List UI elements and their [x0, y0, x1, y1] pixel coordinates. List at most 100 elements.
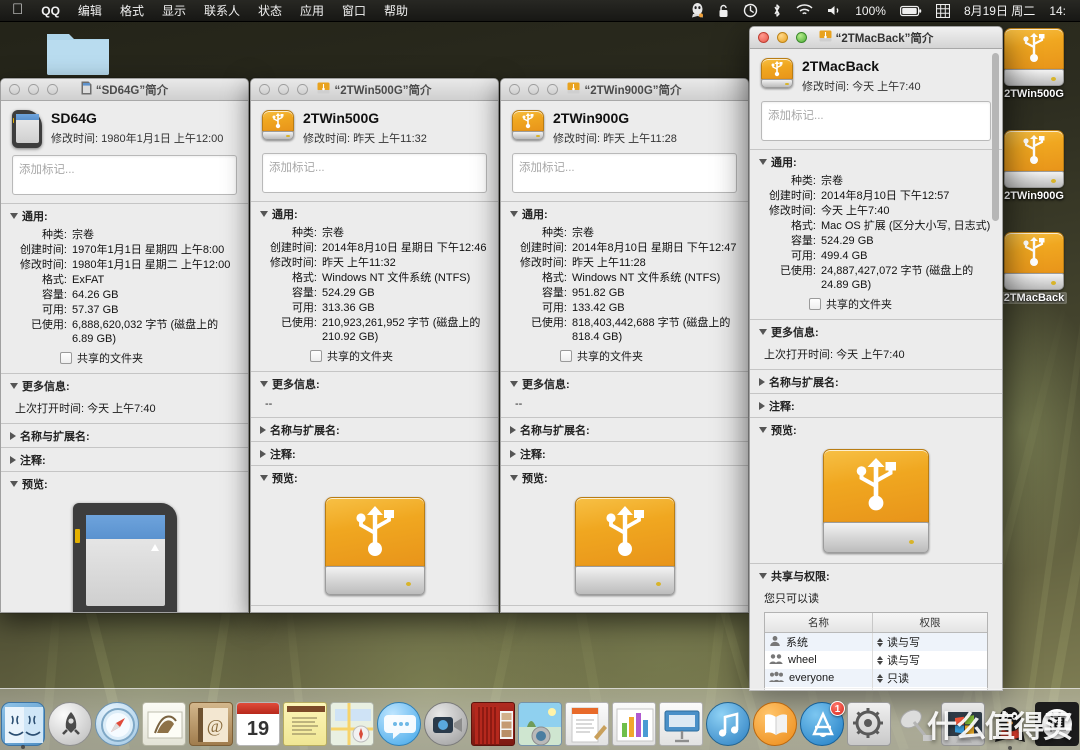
shared-folder-row[interactable]: 共享的文件夹 [260, 348, 489, 364]
disclosure-triangle-open-icon[interactable] [10, 383, 18, 389]
section-comments-header[interactable]: 注释: [1, 448, 248, 471]
shared-folder-checkbox[interactable] [560, 350, 572, 362]
minimize-button[interactable] [528, 84, 539, 95]
privilege-stepper[interactable] [877, 674, 883, 683]
battery-icon[interactable] [893, 5, 929, 17]
dock-item-calendar[interactable]: 19 [236, 702, 280, 746]
zoom-button[interactable] [47, 84, 58, 95]
section-preview-header[interactable]: 预览: [1, 472, 248, 495]
dock-item-launchpad[interactable] [48, 702, 92, 746]
close-button[interactable] [509, 84, 520, 95]
section-name-ext-header[interactable]: 名称与扩展名: [750, 370, 1002, 393]
dock-item-iphoto[interactable] [518, 702, 562, 746]
dock-item-windows-vm[interactable] [941, 702, 985, 746]
zoom-button[interactable] [547, 84, 558, 95]
time-machine-icon[interactable] [736, 3, 765, 18]
menubar-date[interactable]: 8月19日 周二 [957, 0, 1042, 22]
menu-item-window[interactable]: 窗口 [333, 0, 375, 22]
dock-item-pages[interactable] [565, 702, 609, 746]
dock-item-numbers[interactable] [612, 702, 656, 746]
menu-item-contacts[interactable]: 联系人 [195, 0, 249, 22]
shared-folder-row[interactable]: 共享的文件夹 [510, 348, 739, 364]
traffic-lights[interactable] [750, 32, 807, 43]
menu-item-edit[interactable]: 编辑 [69, 0, 111, 22]
dock-item-photobooth[interactable] [471, 702, 515, 746]
minimize-button[interactable] [28, 84, 39, 95]
disclosure-triangle-open-icon[interactable] [10, 213, 18, 219]
disclosure-triangle-closed-icon[interactable] [10, 456, 16, 464]
scrollbar-thumb[interactable] [992, 53, 999, 221]
section-preview-header[interactable]: 预览: [501, 466, 748, 489]
disclosure-triangle-closed-icon[interactable] [510, 450, 516, 458]
disclosure-triangle-closed-icon[interactable] [759, 378, 765, 386]
dock-item-finder[interactable] [1, 702, 45, 746]
privilege-stepper[interactable] [877, 638, 883, 647]
menu-item-status[interactable]: 状态 [249, 0, 291, 22]
close-button[interactable] [259, 84, 270, 95]
zoom-button[interactable] [297, 84, 308, 95]
shared-folder-row[interactable]: 共享的文件夹 [10, 350, 239, 366]
section-preview-header[interactable]: 预览: [750, 418, 1002, 441]
shared-folder-checkbox[interactable] [310, 350, 322, 362]
dock-item-appstore[interactable]: 1 [800, 702, 844, 746]
apple-menu-icon[interactable]:  [8, 0, 32, 23]
section-more-header[interactable]: 更多信息: [750, 320, 1002, 343]
section-general-header[interactable]: 通用: [750, 150, 1002, 173]
section-name-ext-header[interactable]: 名称与扩展名: [1, 424, 248, 447]
input-method-icon[interactable] [929, 4, 957, 18]
window-scrollbar[interactable] [991, 51, 1000, 686]
volume-icon[interactable] [820, 4, 848, 17]
disclosure-triangle-closed-icon[interactable] [10, 432, 16, 440]
disclosure-triangle-open-icon[interactable] [510, 381, 518, 387]
dock[interactable]: @ 19 1 值 [0, 688, 1080, 750]
dock-item-itunes[interactable] [706, 702, 750, 746]
disclosure-triangle-open-icon[interactable] [260, 475, 268, 481]
minimize-button[interactable] [777, 32, 788, 43]
section-general-header[interactable]: 通用: [1, 204, 248, 227]
qq-penguin-icon[interactable] [684, 3, 711, 18]
menu-item-help[interactable]: 帮助 [375, 0, 417, 22]
dock-item-keynote[interactable] [659, 702, 703, 746]
disclosure-triangle-open-icon[interactable] [510, 211, 518, 217]
wifi-icon[interactable] [789, 4, 820, 17]
section-more-header[interactable]: 更多信息: [1, 374, 248, 397]
dock-item-system-preferences[interactable] [847, 702, 891, 746]
close-button[interactable] [9, 84, 20, 95]
shared-folder-row[interactable]: 共享的文件夹 [759, 296, 993, 312]
window-titlebar[interactable]: “2TWin500G”简介 [251, 79, 498, 101]
section-comments-header[interactable]: 注释: [501, 442, 748, 465]
dock-item-facetime[interactable] [424, 702, 468, 746]
dock-item-safari[interactable] [95, 702, 139, 746]
disclosure-triangle-open-icon[interactable] [10, 481, 18, 487]
dock-item-ibooks[interactable] [753, 702, 797, 746]
dock-item-airport-utility[interactable] [894, 702, 938, 746]
window-titlebar[interactable]: “2TMacBack”简介 [750, 27, 1002, 49]
disclosure-triangle-open-icon[interactable] [759, 427, 767, 433]
bluetooth-icon[interactable] [765, 3, 789, 18]
disclosure-triangle-open-icon[interactable] [510, 475, 518, 481]
section-sharing-header[interactable]: 共享与权限: [750, 564, 1002, 587]
zoom-button[interactable] [796, 32, 807, 43]
tag-input[interactable]: 添加标记... [262, 153, 487, 193]
traffic-lights[interactable] [251, 84, 308, 95]
section-preview-header[interactable]: 预览: [251, 466, 498, 489]
table-row[interactable]: everyone 只读 [765, 669, 987, 687]
info-window-2twin900g[interactable]: “2TWin900G”简介 2TWin900G 修改时间: 昨天 上午11:28… [500, 78, 749, 613]
disclosure-triangle-open-icon[interactable] [260, 211, 268, 217]
menu-item-apps[interactable]: 应用 [291, 0, 333, 22]
section-sharing-header[interactable]: 共享与权限: [501, 606, 748, 613]
disclosure-triangle-closed-icon[interactable] [260, 450, 266, 458]
disclosure-triangle-open-icon[interactable] [759, 329, 767, 335]
shared-folder-checkbox[interactable] [60, 352, 72, 364]
section-comments-header[interactable]: 注释: [750, 394, 1002, 417]
privilege-stepper[interactable] [877, 656, 883, 665]
window-titlebar[interactable]: “2TWin900G”简介 [501, 79, 748, 101]
section-name-ext-header[interactable]: 名称与扩展名: [251, 418, 498, 441]
section-comments-header[interactable]: 注释: [251, 442, 498, 465]
shared-folder-checkbox[interactable] [809, 298, 821, 310]
traffic-lights[interactable] [1, 84, 58, 95]
permissions-table[interactable]: 名称 权限 系统 读与写 wheel 读与写 everyone 只读 [764, 612, 988, 691]
dock-item-messages[interactable] [377, 702, 421, 746]
dock-item-mail[interactable] [142, 702, 186, 746]
window-titlebar[interactable]: “SD64G”简介 [1, 79, 248, 101]
